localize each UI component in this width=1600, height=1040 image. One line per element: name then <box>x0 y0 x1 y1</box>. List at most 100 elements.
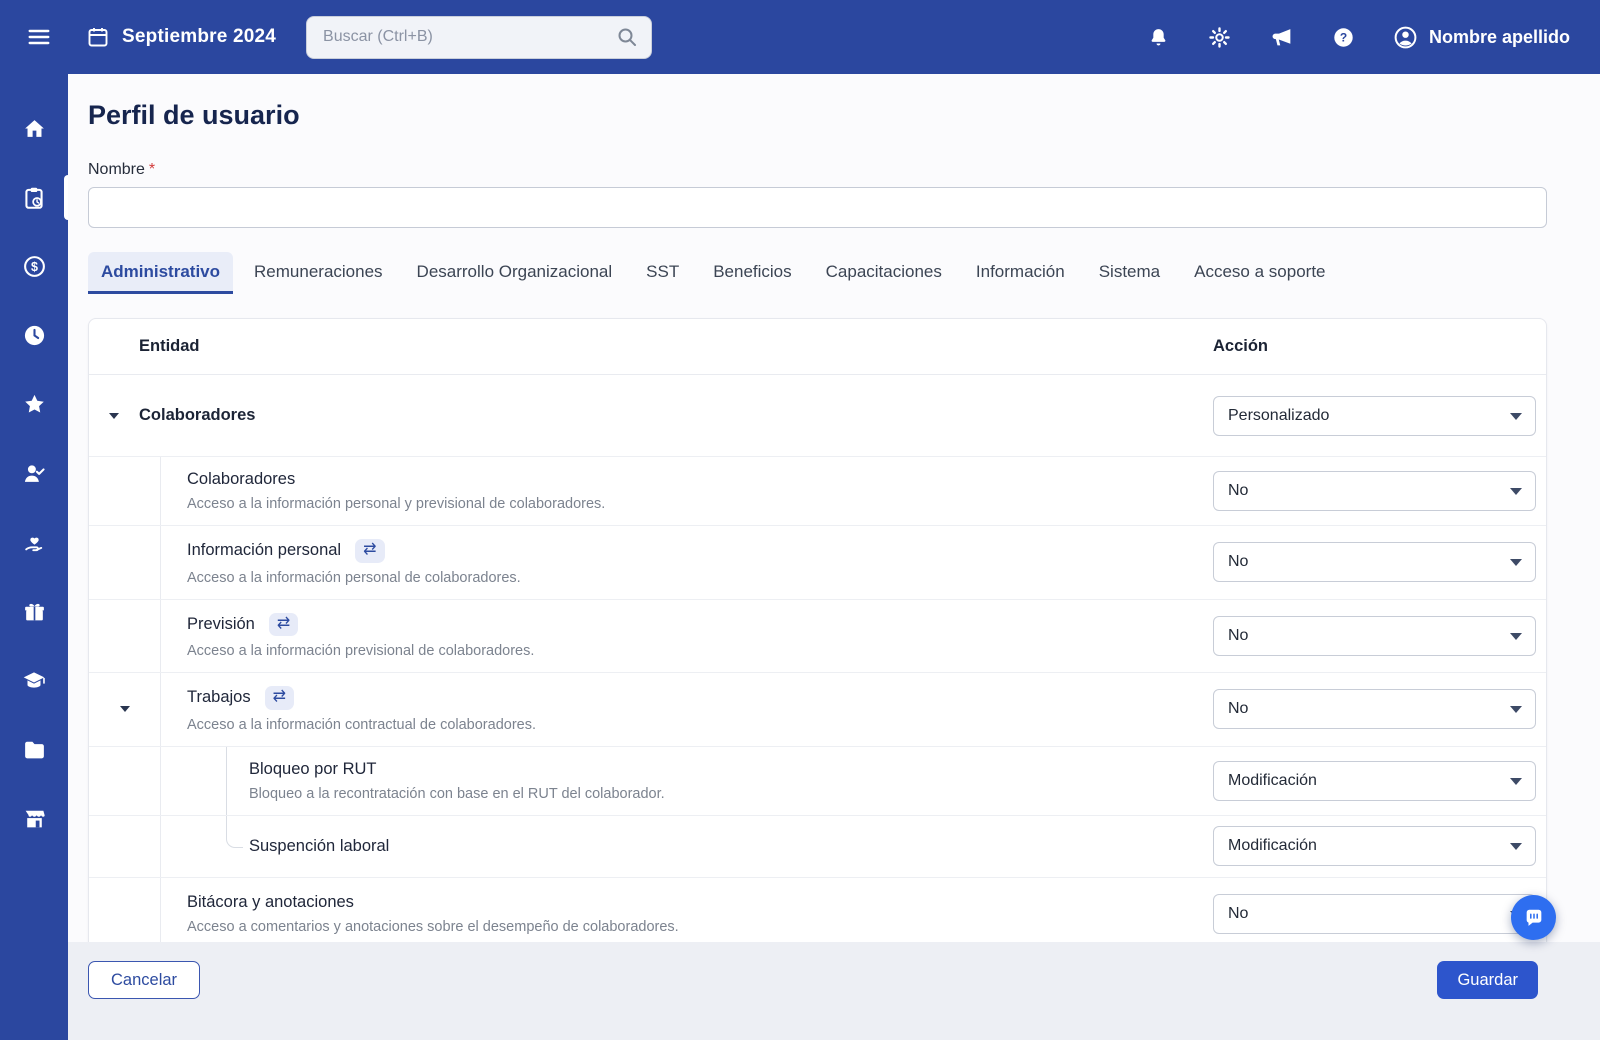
table-row: Bloqueo por RUT Bloqueo a la recontratac… <box>89 747 1546 816</box>
action-select[interactable]: No <box>1213 894 1536 934</box>
action-select[interactable]: Personalizado <box>1213 396 1536 436</box>
swap-icon[interactable]: ⇄ <box>265 686 294 710</box>
entity-label: Colaboradores <box>187 470 1193 489</box>
sidebar-item-marketplace[interactable] <box>0 784 68 853</box>
tab-acceso-a-soporte[interactable]: Acceso a soporte <box>1181 252 1338 294</box>
tab-beneficios[interactable]: Beneficios <box>700 252 804 294</box>
search-icon[interactable] <box>615 25 639 49</box>
collapse-caret-icon[interactable] <box>120 706 130 712</box>
chevron-down-icon <box>1510 843 1522 850</box>
home-icon <box>22 116 47 141</box>
tab-sst[interactable]: SST <box>633 252 692 294</box>
swap-icon[interactable]: ⇄ <box>269 613 298 637</box>
entity-description: Acceso a la información previsional de c… <box>187 643 1193 659</box>
required-asterisk: * <box>149 161 155 178</box>
table-row: Suspención laboral Modificación <box>89 816 1546 878</box>
entity-label: Suspención laboral <box>249 837 1193 856</box>
svg-text:$: $ <box>31 260 38 274</box>
tab-desarrollo-organizacional[interactable]: Desarrollo Organizacional <box>404 252 626 294</box>
sidebar-item-training[interactable] <box>0 646 68 715</box>
table-row: Colaboradores Acceso a la información pe… <box>89 457 1546 526</box>
entity-label: Colaboradores <box>139 406 1193 425</box>
entity-description: Acceso a la información personal y previ… <box>187 496 1193 512</box>
chat-launcher[interactable] <box>1511 895 1556 940</box>
tab-remuneraciones[interactable]: Remuneraciones <box>241 252 396 294</box>
sidebar-item-benefits[interactable] <box>0 577 68 646</box>
collapse-caret-icon[interactable] <box>109 413 119 419</box>
chat-icon <box>1523 907 1545 929</box>
sidebar-item-culture[interactable] <box>0 508 68 577</box>
bell-icon[interactable] <box>1147 26 1170 49</box>
help-icon[interactable]: ? <box>1332 26 1355 49</box>
tab-capacitaciones[interactable]: Capacitaciones <box>813 252 955 294</box>
user-menu[interactable]: Nombre apellido <box>1393 25 1570 50</box>
search-input[interactable] <box>321 27 615 47</box>
action-select[interactable]: Modificación <box>1213 826 1536 866</box>
action-select[interactable]: No <box>1213 471 1536 511</box>
user-check-icon <box>22 461 47 486</box>
calendar-icon <box>86 25 110 49</box>
period-selector[interactable]: Septiembre 2024 <box>86 25 276 49</box>
chevron-down-icon <box>1510 413 1522 420</box>
table-row: Colaboradores Personalizado <box>89 375 1546 457</box>
table-row: Trabajos ⇄ Acceso a la información contra… <box>89 673 1546 747</box>
entity-label: Bloqueo por RUT <box>249 760 1193 779</box>
sidebar: $ <box>0 74 68 1040</box>
star-icon <box>22 392 47 417</box>
megaphone-icon[interactable] <box>1269 25 1294 50</box>
chevron-down-icon <box>1510 706 1522 713</box>
column-header-entity: Entidad <box>89 337 1213 356</box>
action-select[interactable]: No <box>1213 689 1536 729</box>
chevron-down-icon <box>1510 488 1522 495</box>
entity-label: Previsión <box>187 615 255 634</box>
chevron-down-icon <box>1510 559 1522 566</box>
storefront-icon <box>22 806 47 831</box>
name-input[interactable] <box>88 187 1547 228</box>
sidebar-item-time[interactable] <box>0 301 68 370</box>
save-button[interactable]: Guardar <box>1437 961 1538 999</box>
entity-label: Bitácora y anotaciones <box>187 893 1193 912</box>
page-title: Perfil de usuario <box>88 100 1547 131</box>
entity-description: Acceso a la información personal de cola… <box>187 570 1193 586</box>
graduation-cap-icon <box>21 668 47 694</box>
swap-icon[interactable]: ⇄ <box>355 539 384 563</box>
svg-text:?: ? <box>1340 30 1347 44</box>
user-icon <box>1393 25 1418 50</box>
column-header-action: Acción <box>1213 337 1546 356</box>
period-label: Septiembre 2024 <box>122 26 276 48</box>
hamburger-menu-icon[interactable] <box>26 24 52 50</box>
sidebar-item-administration[interactable] <box>0 163 68 232</box>
permissions-table: Entidad Acción Colaboradores Personaliza… <box>88 318 1547 942</box>
entity-label: Información personal <box>187 541 341 560</box>
entity-description: Acceso a la información contractual de c… <box>187 717 1193 733</box>
tab-sistema[interactable]: Sistema <box>1086 252 1173 294</box>
sidebar-item-selection[interactable] <box>0 439 68 508</box>
gift-icon <box>22 599 47 624</box>
sidebar-item-home[interactable] <box>0 94 68 163</box>
global-search[interactable] <box>306 16 652 59</box>
action-select[interactable]: Modificación <box>1213 761 1536 801</box>
action-select[interactable]: No <box>1213 542 1536 582</box>
action-select[interactable]: No <box>1213 616 1536 656</box>
clipboard-clock-icon <box>21 185 47 211</box>
form-footer: Cancelar Guardar <box>68 942 1600 1040</box>
table-header: Entidad Acción <box>89 319 1546 375</box>
entity-description: Bloqueo a la recontratación con base en … <box>249 786 1193 802</box>
entity-label: Trabajos <box>187 688 251 707</box>
tab-administrativo[interactable]: Administrativo <box>88 252 233 294</box>
hand-heart-icon <box>22 530 47 555</box>
tab-bar: Administrativo Remuneraciones Desarrollo… <box>88 252 1547 294</box>
table-row: Bitácora y anotaciones Acceso a comentar… <box>89 878 1546 942</box>
user-name: Nombre apellido <box>1429 27 1570 48</box>
gear-icon[interactable] <box>1208 26 1231 49</box>
dollar-circle-icon: $ <box>22 254 47 279</box>
table-row: Información personal ⇄ Acceso a la inform… <box>89 526 1546 600</box>
chevron-down-icon <box>1510 633 1522 640</box>
tab-informacion[interactable]: Información <box>963 252 1078 294</box>
cancel-button[interactable]: Cancelar <box>88 961 200 999</box>
entity-description: Acceso a comentarios y anotaciones sobre… <box>187 919 1193 935</box>
sidebar-item-payroll[interactable]: $ <box>0 232 68 301</box>
sidebar-item-talent[interactable] <box>0 370 68 439</box>
folder-icon <box>22 737 47 762</box>
sidebar-item-documents[interactable] <box>0 715 68 784</box>
